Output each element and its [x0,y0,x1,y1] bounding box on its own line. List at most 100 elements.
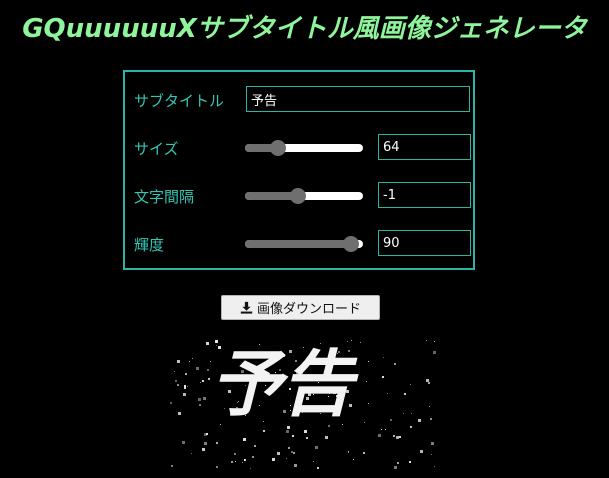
download-button[interactable]: 画像ダウンロード [221,295,380,320]
settings-panel: サブタイトル サイズ 文字間隔 輝度 [123,70,475,270]
app-root: GQuuuuuuXサブタイトル風画像ジェネレータ サブタイトル サイズ 文字間隔 [0,0,609,478]
spacing-input[interactable] [378,182,471,208]
noise-speck [367,402,369,404]
spacing-label: 文字間隔 [134,188,195,206]
download-icon [240,301,253,314]
noise-speck [362,451,365,454]
brightness-slider[interactable] [245,236,363,252]
noise-speck [234,453,237,456]
noise-speck [187,385,189,387]
noise-speck [216,466,218,469]
noise-speck [402,412,404,414]
noise-speck [206,368,209,371]
noise-speck [234,461,236,463]
noise-speck [181,440,185,444]
noise-speck [202,379,205,382]
noise-speck [171,465,173,468]
noise-speck [196,367,200,371]
noise-speck [177,412,181,416]
noise-speck [420,450,424,454]
subtitle-input[interactable] [246,86,470,112]
noise-speck [192,358,194,360]
noise-speck [263,430,266,433]
noise-speck [252,456,255,459]
noise-speck [317,466,320,469]
noise-speck [242,438,246,442]
noise-speck [231,460,234,463]
noise-speck [393,466,397,469]
noise-speck [367,360,369,362]
noise-speck [426,378,430,382]
noise-speck [244,459,247,462]
noise-speck [202,448,206,452]
noise-speck [351,377,355,381]
noise-speck [197,398,201,402]
brightness-input[interactable] [378,230,471,256]
noise-speck [427,381,430,384]
noise-speck [418,419,422,423]
noise-speck [286,425,290,429]
noise-speck [382,375,385,378]
noise-speck [429,405,431,407]
spacing-row: 文字間隔 [125,182,473,212]
noise-speck [434,340,436,342]
noise-speck [185,372,188,375]
noise-speck [170,402,173,405]
noise-speck [312,460,314,462]
noise-speck [411,412,413,414]
brightness-slider-fill [245,240,352,248]
noise-speck [380,428,382,430]
noise-speck [203,441,207,445]
noise-speck [352,458,354,460]
noise-speck [249,467,251,469]
noise-speck [293,463,297,467]
noise-speck [277,451,281,455]
noise-speck [431,454,433,456]
noise-speck [409,384,411,386]
noise-speck [432,350,436,354]
noise-speck [242,462,243,464]
noise-speck [395,435,399,439]
size-slider-thumb[interactable] [270,140,287,156]
noise-speck [363,421,365,423]
size-slider[interactable] [245,140,363,156]
noise-speck [430,442,434,446]
size-label: サイズ [134,140,179,158]
noise-speck [285,457,287,459]
noise-speck [426,340,428,342]
noise-speck [189,360,191,362]
noise-speck [285,429,289,433]
noise-speck [176,384,179,387]
noise-speck [347,451,349,453]
noise-speck [190,452,192,454]
noise-speck [183,385,186,388]
brightness-label: 輝度 [134,236,165,254]
noise-speck [325,436,329,440]
noise-speck [198,403,201,406]
noise-speck [384,428,386,430]
noise-speck [254,444,257,447]
noise-speck [404,393,407,395]
noise-speck [383,357,385,359]
preview-image: 予告 [150,330,460,478]
brightness-slider-thumb[interactable] [343,236,360,252]
noise-speck [173,371,175,373]
noise-speck [396,462,399,465]
size-input[interactable] [378,134,471,160]
spacing-slider-thumb[interactable] [290,188,307,204]
noise-speck [429,417,432,420]
noise-speck [288,447,291,450]
noise-speck [315,446,319,450]
noise-speck [293,451,296,454]
noise-speck [378,434,382,438]
preview-text: 予告 [210,342,353,426]
noise-speck [215,441,218,444]
noise-speck [365,380,367,382]
noise-speck [433,465,435,467]
noise-speck [360,341,362,343]
noise-speck [206,341,210,345]
spacing-slider[interactable] [245,188,363,204]
noise-speck [394,362,397,365]
noise-speck [409,461,412,464]
noise-speck [200,382,202,383]
